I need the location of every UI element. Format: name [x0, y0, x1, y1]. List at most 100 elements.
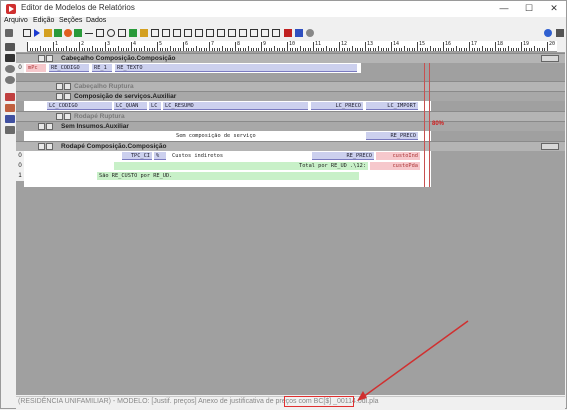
- band-settings-icon[interactable]: [46, 123, 53, 130]
- band-options-icon[interactable]: [541, 55, 559, 62]
- font-icon[interactable]: [284, 29, 292, 37]
- band-options-icon[interactable]: [541, 143, 559, 150]
- field-lc-preco[interactable]: LC_PRECO: [311, 102, 363, 110]
- ruler-tick: [105, 42, 106, 51]
- field-mpc[interactable]: ​mPc: [26, 64, 46, 72]
- field-custo-ind[interactable]: custoInd: [376, 152, 420, 160]
- format-icon[interactable]: [295, 29, 303, 37]
- field-pct[interactable]: %: [154, 152, 166, 160]
- band-sem-insumos[interactable]: Sem Insumos.Auxiliar: [16, 121, 565, 131]
- field-lc-quan[interactable]: LC_QUAN: [114, 102, 147, 110]
- band-settings-icon[interactable]: [64, 93, 71, 100]
- image-tool-icon[interactable]: [74, 29, 82, 37]
- ruler-tick: [339, 42, 340, 51]
- field-total-por[interactable]: Total por RE_UD .\12:: [114, 162, 368, 170]
- band-composicao-servicos[interactable]: Composição de serviços.Auxiliar: [16, 91, 565, 101]
- sub-band-icon[interactable]: [195, 29, 203, 37]
- redo-icon[interactable]: [5, 76, 15, 84]
- orange-tool-icon[interactable]: [64, 29, 72, 37]
- field-custo-pda[interactable]: custePda: [370, 162, 420, 170]
- field-lc-codigo[interactable]: LC_CODIGO: [47, 102, 112, 110]
- print-icon[interactable]: [5, 29, 13, 37]
- ruler-tick: [375, 48, 377, 51]
- field-re-texto[interactable]: RE_TEXTO: [115, 64, 357, 72]
- ruler-tick: [224, 48, 226, 51]
- select-area-icon[interactable]: [23, 29, 31, 37]
- grid-icon[interactable]: [5, 115, 15, 123]
- band-toggle-icon[interactable]: [38, 55, 45, 62]
- ruler-tick: [521, 42, 522, 51]
- field-re-codigo[interactable]: RE_CODIGO: [49, 64, 89, 72]
- field-re-preco-2[interactable]: RE_PRECO: [312, 152, 374, 160]
- align-right-icon[interactable]: [228, 29, 236, 37]
- group-tool-icon[interactable]: [173, 29, 181, 37]
- ellipse-tool-icon[interactable]: [107, 29, 115, 37]
- ruler-tick: [409, 48, 411, 51]
- menu-dados[interactable]: Dados: [86, 17, 106, 24]
- ruler-tick: [159, 48, 161, 51]
- band-rodape-composicao[interactable]: Rodapé Composição.Composição: [16, 141, 565, 151]
- band-settings-icon[interactable]: [64, 113, 71, 120]
- field-re-preco[interactable]: RE_PRECO: [366, 132, 418, 140]
- text-frame-icon[interactable]: [162, 29, 170, 37]
- green-tool-icon[interactable]: [54, 29, 62, 37]
- align-left-icon[interactable]: [217, 29, 225, 37]
- band-cabecalho-composicao[interactable]: Cabeçalho Composição.Composição: [16, 53, 565, 63]
- save-icon[interactable]: [5, 54, 15, 62]
- band-settings-icon[interactable]: [46, 55, 53, 62]
- section-icon[interactable]: [5, 104, 15, 112]
- maximize-button[interactable]: ☐: [519, 1, 539, 17]
- band-list-icon[interactable]: [5, 93, 15, 101]
- detail-row: São RE_CUSTO por RE_UD.: [24, 171, 431, 181]
- ruler-tick: [502, 48, 504, 51]
- settings-icon[interactable]: [306, 29, 314, 37]
- ruler-number: 12: [341, 41, 348, 47]
- band-toggle-icon[interactable]: [56, 113, 63, 120]
- ruler-tick: [482, 46, 483, 51]
- band-settings-icon[interactable]: [64, 83, 71, 90]
- menu-secoes[interactable]: Seções: [59, 17, 82, 24]
- field-icon[interactable]: [44, 29, 52, 37]
- help-icon[interactable]: [544, 29, 552, 37]
- same-width-icon[interactable]: [261, 29, 269, 37]
- same-height-icon[interactable]: [272, 29, 280, 37]
- printer-icon[interactable]: [5, 43, 15, 51]
- band-rodape-ruptura[interactable]: Rodapé Ruptura: [16, 111, 565, 121]
- field-sao-re-custo[interactable]: São RE_CUSTO por RE_UD.: [97, 172, 359, 180]
- ruler-tick: [115, 48, 117, 51]
- barcode-icon[interactable]: [206, 29, 214, 37]
- band-toggle-icon[interactable]: [38, 143, 45, 150]
- close-button[interactable]: ✕: [544, 1, 564, 17]
- rectangle-tool-icon[interactable]: [96, 29, 104, 37]
- undo-icon[interactable]: [5, 65, 15, 73]
- ruler-tick: [97, 48, 99, 51]
- ruler-tick: [391, 42, 392, 51]
- band-cabecalho-ruptura[interactable]: Cabeçalho Ruptura: [16, 81, 565, 91]
- menu-edicao[interactable]: Edição: [33, 17, 54, 24]
- field-lc-import[interactable]: LC_IMPORT: [366, 102, 418, 110]
- field-lc[interactable]: LC: [149, 102, 161, 110]
- table-tool-icon[interactable]: [140, 29, 148, 37]
- menu-arquivo[interactable]: Arquivo: [4, 17, 28, 24]
- minimize-button[interactable]: —: [494, 1, 514, 17]
- ruler-tick: [133, 48, 135, 51]
- align-top-icon[interactable]: [239, 29, 247, 37]
- band-settings-icon[interactable]: [46, 143, 53, 150]
- frame-tool-icon[interactable]: [151, 29, 159, 37]
- chart-tool-icon[interactable]: [129, 29, 137, 37]
- band-tool-icon[interactable]: [184, 29, 192, 37]
- field-sem-composicao[interactable]: Sem composição de serviço: [174, 132, 314, 140]
- field-lc-resumo[interactable]: LC_RESUMO: [163, 102, 308, 110]
- field-re-1[interactable]: RE_1: [92, 64, 112, 72]
- align-bottom-icon[interactable]: [250, 29, 258, 37]
- band-toggle-icon[interactable]: [56, 93, 63, 100]
- properties-icon[interactable]: [5, 126, 15, 134]
- pointer-icon[interactable]: [34, 29, 40, 37]
- field-custos-indiretos[interactable]: Custos indiretos: [170, 152, 290, 160]
- box-tool-icon[interactable]: [118, 29, 126, 37]
- band-toggle-icon[interactable]: [38, 123, 45, 130]
- line-tool-icon[interactable]: [85, 33, 93, 34]
- field-tpc-ci[interactable]: TPC_CI: [122, 152, 152, 160]
- band-toggle-icon[interactable]: [56, 83, 63, 90]
- exit-icon[interactable]: [556, 29, 564, 37]
